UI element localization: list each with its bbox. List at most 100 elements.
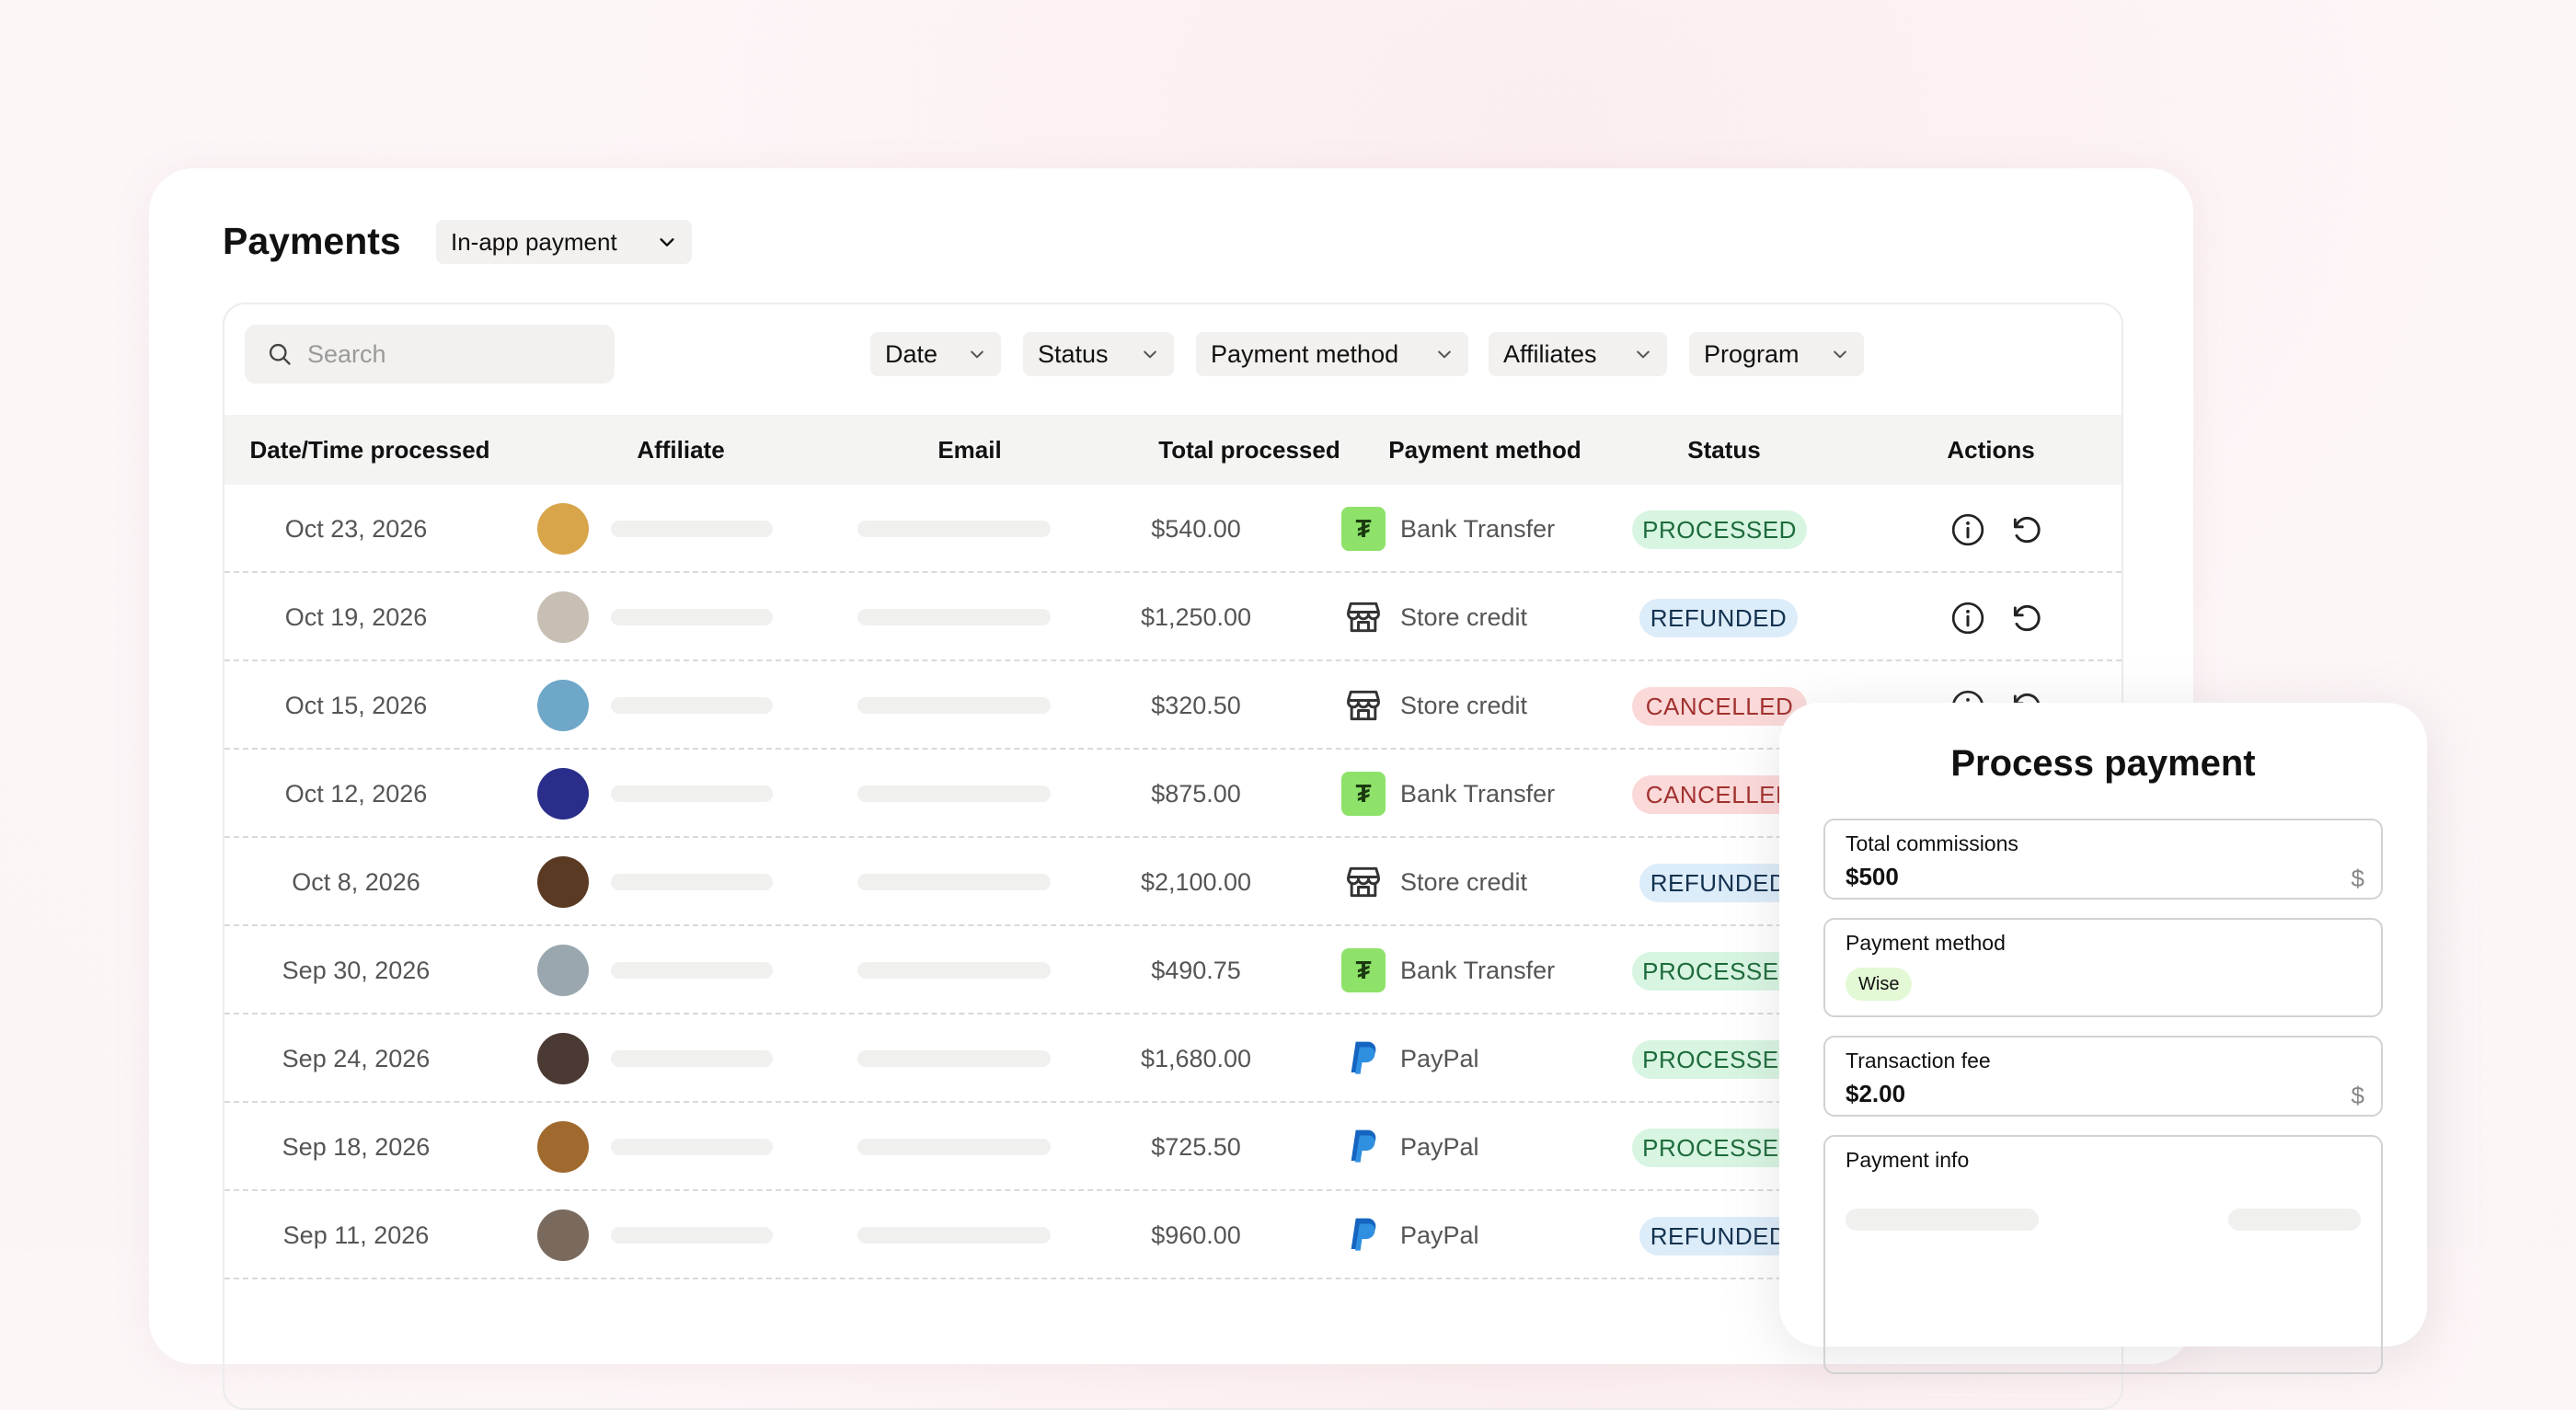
status-badge: REFUNDED <box>1639 1217 1798 1255</box>
email-placeholder <box>857 1139 1051 1155</box>
table-toolbar: Search Date Status Payment method Affili… <box>224 304 2122 415</box>
email-placeholder <box>857 697 1051 714</box>
col-affiliate[interactable]: Affiliate <box>589 415 773 485</box>
payment-info-field: Payment info <box>1823 1135 2383 1374</box>
chevron-down-icon <box>1144 350 1156 359</box>
info-icon[interactable] <box>1950 512 1985 547</box>
search-icon <box>269 343 291 365</box>
avatar <box>537 768 589 820</box>
row-total: $1,680.00 <box>1140 1044 1252 1072</box>
payment-method-label: PayPal <box>1400 1044 1479 1072</box>
filter-affiliates[interactable]: Affiliates <box>1489 332 1667 376</box>
filter-payment-method-label: Payment method <box>1211 339 1399 368</box>
row-total: $960.00 <box>1151 1221 1241 1249</box>
affiliate-placeholder <box>611 785 773 802</box>
filter-payment-method[interactable]: Payment method <box>1196 332 1468 376</box>
filter-date[interactable]: Date <box>870 332 1001 376</box>
avatar <box>537 1033 589 1084</box>
avatar <box>537 856 589 908</box>
row-payment-method: Store credit <box>1341 573 1636 661</box>
paypal-icon <box>1351 1129 1376 1163</box>
panel-title: Process payment <box>1950 743 2256 784</box>
row-total: $490.75 <box>1151 956 1241 984</box>
filter-affiliates-label: Affiliates <box>1503 339 1597 368</box>
payment-method-label: Bank Transfer <box>1400 956 1556 984</box>
transaction-fee-value: $2.00 <box>1846 1080 1906 1107</box>
col-payment-method[interactable]: Payment method <box>1365 415 1604 485</box>
wise-icon: ₮ <box>1341 772 1386 816</box>
avatar <box>537 1121 589 1173</box>
status-badge: CANCELLED <box>1632 687 1807 726</box>
avatar <box>537 591 589 643</box>
row-total: $320.50 <box>1151 691 1241 719</box>
filter-status[interactable]: Status <box>1023 332 1174 376</box>
affiliate-placeholder <box>611 1227 773 1244</box>
payment-info-label: Payment info <box>1846 1148 1970 1172</box>
row-payment-method: Store credit <box>1341 838 1636 926</box>
payment-method-field[interactable]: Payment method Wise <box>1823 918 2383 1017</box>
chevron-down-icon <box>1637 350 1650 359</box>
row-payment-method: ₮ Bank Transfer <box>1341 750 1636 838</box>
payment-method-label: Store credit <box>1400 867 1528 896</box>
email-placeholder <box>857 962 1051 979</box>
row-date: Sep 24, 2026 <box>282 1044 431 1072</box>
wise-icon: ₮ <box>1341 507 1386 551</box>
row-date: Oct 19, 2026 <box>284 602 428 631</box>
avatar <box>537 503 589 555</box>
paypal-icon <box>1351 1041 1376 1074</box>
affiliate-placeholder <box>611 521 773 537</box>
row-date: Oct 8, 2026 <box>292 867 420 896</box>
col-total[interactable]: Total processed <box>1130 415 1369 485</box>
table-row[interactable]: Oct 19, 2026 $1,250.00 Store credit REFUNDE… <box>224 573 2122 661</box>
total-commissions-field[interactable]: Total commissions $500 $ <box>1823 819 2383 900</box>
payment-type-dropdown[interactable]: In-app payment <box>436 220 692 264</box>
payment-method-chip[interactable]: Wise <box>1846 968 1913 1001</box>
payment-method-icon <box>1341 1125 1386 1169</box>
row-total: $1,250.00 <box>1140 602 1252 631</box>
transaction-fee-field[interactable]: Transaction fee $2.00 $ <box>1823 1036 2383 1117</box>
payment-method-label: PayPal <box>1400 1221 1479 1249</box>
email-placeholder <box>857 1050 1051 1067</box>
payment-type-label: In-app payment <box>451 227 617 256</box>
row-payment-method: PayPal <box>1341 1103 1636 1191</box>
store-icon <box>1347 866 1380 898</box>
col-status[interactable]: Status <box>1623 415 1825 485</box>
currency-suffix: $ <box>2351 865 2364 892</box>
row-payment-method: PayPal <box>1341 1191 1636 1279</box>
placeholder-bar <box>2228 1209 2361 1231</box>
affiliate-placeholder <box>611 874 773 890</box>
row-date: Oct 12, 2026 <box>284 779 428 808</box>
refund-icon[interactable] <box>2009 512 2044 547</box>
table-row[interactable]: Oct 23, 2026 $540.00 ₮ Bank Transfer PROCESS… <box>224 485 2122 573</box>
store-icon <box>1347 602 1380 633</box>
row-payment-method: Store credit <box>1341 661 1636 750</box>
col-actions: Actions <box>1947 435 2035 464</box>
info-icon[interactable] <box>1950 601 1985 636</box>
row-total: $540.00 <box>1151 514 1241 543</box>
affiliate-placeholder <box>611 962 773 979</box>
status-badge: PROCESSED <box>1632 510 1807 549</box>
payment-method-label: Payment method <box>1846 931 2006 955</box>
payment-method-icon: ₮ <box>1341 507 1386 551</box>
col-email[interactable]: Email <box>868 415 1071 485</box>
row-date: Oct 23, 2026 <box>284 514 428 543</box>
affiliate-placeholder <box>611 1139 773 1155</box>
row-total: $2,100.00 <box>1140 867 1252 896</box>
payment-method-label: PayPal <box>1400 1132 1479 1161</box>
page-title: Payments <box>223 220 401 262</box>
avatar <box>537 1209 589 1261</box>
payment-method-icon: ₮ <box>1341 772 1386 816</box>
col-date[interactable]: Date/Time processed <box>224 415 515 485</box>
currency-suffix: $ <box>2351 1082 2364 1109</box>
total-commissions-label: Total commissions <box>1846 831 2018 855</box>
search-placeholder: Search <box>307 339 386 368</box>
search-input[interactable]: Search <box>245 325 615 384</box>
row-date: Sep 11, 2026 <box>282 1221 430 1249</box>
transaction-fee-label: Transaction fee <box>1846 1049 1991 1072</box>
email-placeholder <box>857 609 1051 625</box>
payment-method-label: Store credit <box>1400 602 1528 631</box>
chevron-down-icon <box>1834 350 1846 359</box>
filter-program[interactable]: Program <box>1689 332 1864 376</box>
avatar <box>537 680 589 731</box>
refund-icon[interactable] <box>2009 601 2044 636</box>
